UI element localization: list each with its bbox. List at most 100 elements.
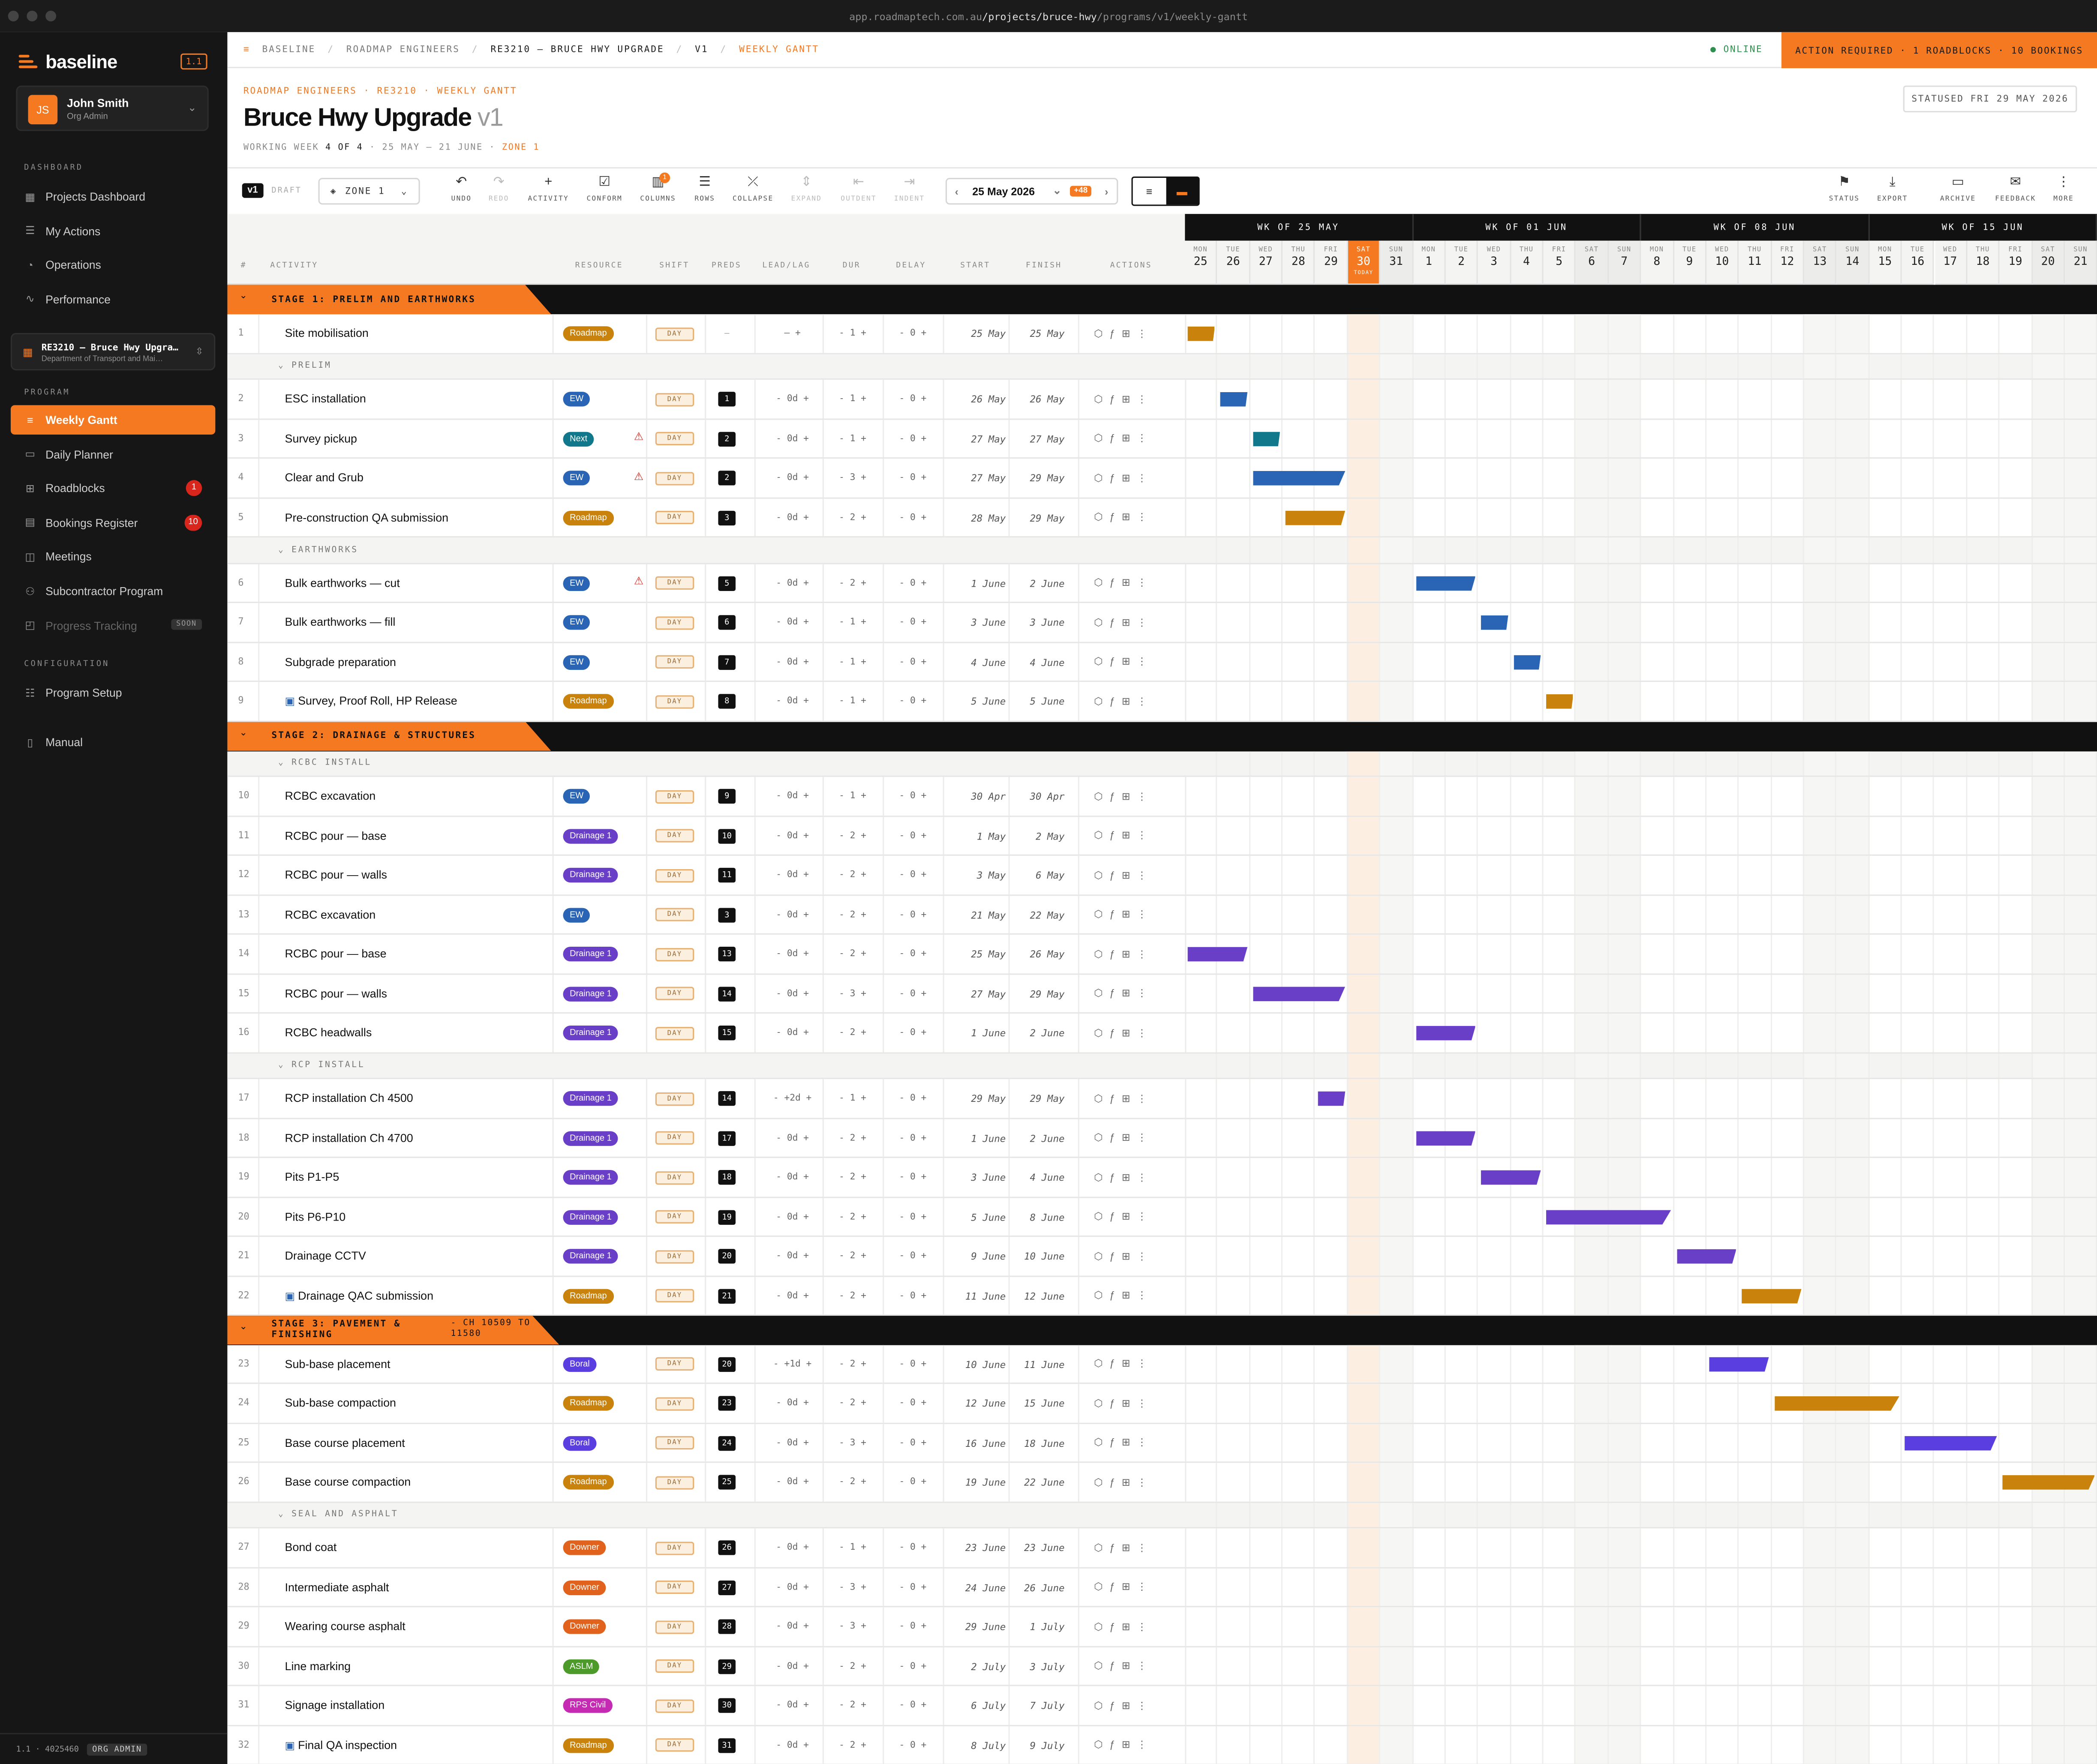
predecessor-badge[interactable]: 28 [718,1620,736,1635]
gantt-bar[interactable] [1285,510,1346,525]
activity-name[interactable]: Base course compaction [285,1475,411,1488]
predecessor-badge[interactable]: 27 [718,1580,736,1595]
barrier-icon[interactable]: ⊞ [1122,1660,1137,1672]
cube-icon[interactable]: ⬡ [1094,1026,1109,1038]
sidebar-item-daily-planner[interactable]: ▭ Daily Planner [11,439,215,469]
barrier-icon[interactable]: ⊞ [1122,1171,1137,1183]
finish-date[interactable]: 6 May [1008,870,1065,882]
duration-stepper[interactable]: - 2 + [823,512,883,522]
delay-stepper[interactable]: - 0 + [883,988,943,999]
finish-date[interactable]: 26 May [1008,393,1064,405]
barrier-icon[interactable]: ⊞ [1122,869,1137,881]
duration-stepper[interactable]: - 1 + [823,617,883,627]
cube-icon[interactable]: ⬡ [1094,790,1109,802]
delay-stepper[interactable]: - 0 + [883,617,943,627]
cube-icon[interactable]: ⬡ [1094,393,1109,405]
shift-badge[interactable]: DAY [655,1210,694,1224]
predecessor-badge[interactable]: 24 [718,1436,736,1451]
more-icon[interactable]: ⋮ [1137,1131,1154,1143]
col-preds[interactable]: PREDS [712,262,742,270]
resource-badge[interactable]: Roadmap [563,1396,614,1411]
predecessor-badge[interactable]: 2 [718,431,736,447]
delay-stepper[interactable]: - 0 + [883,1251,943,1261]
lead-lag-stepper[interactable]: - 0d + [762,1251,822,1261]
activity-name[interactable]: RCBC pour — base [285,947,387,960]
table-row[interactable]: 31 Signage installation RPS Civil DAY 30 - 0d… [227,1686,2097,1726]
sidebar-item-progress-tracking[interactable]: ◰ Progress Tracking SOON [11,611,215,640]
shift-badge[interactable]: DAY [655,1289,694,1303]
predecessor-badge[interactable]: 3 [718,907,736,923]
activity-name[interactable]: Survey pickup [285,432,357,445]
formula-icon[interactable]: ƒ [1109,472,1122,484]
table-row[interactable]: 18 RCP installation Ch 4700 Drainage 1 DAY 1… [227,1118,2097,1158]
activity-name[interactable]: ESC installation [285,392,366,405]
resource-badge[interactable]: Boral [563,1357,597,1372]
resource-badge[interactable]: Next [563,431,594,447]
resource-badge[interactable]: Drainage 1 [563,828,619,843]
barrier-icon[interactable]: ⊞ [1122,616,1137,628]
conform-button[interactable]: ☑ CONFORM [582,175,627,204]
expand-button[interactable]: ⇕ EXPAND [784,175,829,204]
lead-lag-stepper[interactable]: - 0d + [762,1621,822,1632]
delay-stepper[interactable]: - 0 + [883,1700,943,1710]
duration-stepper[interactable]: - 2 + [823,1132,883,1143]
activity-button[interactable]: + ACTIVITY [526,175,571,204]
resource-badge[interactable]: EW [563,392,590,407]
more-icon[interactable]: ⋮ [1137,616,1154,628]
duration-stepper[interactable]: - 2 + [823,1358,883,1369]
formula-icon[interactable]: ƒ [1109,1660,1122,1672]
finish-date[interactable]: 4 June [1008,1172,1064,1184]
cube-icon[interactable]: ⬡ [1094,1289,1109,1301]
shift-badge[interactable]: DAY [655,987,694,1001]
more-icon[interactable]: ⋮ [1137,1092,1154,1104]
start-date[interactable]: 1 May [944,830,1006,842]
group-title[interactable]: ⌄ PRELIM [278,361,332,371]
shift-badge[interactable]: DAY [655,1131,694,1145]
more-icon[interactable]: ⋮ [1137,908,1154,920]
more-icon[interactable]: ⋮ [1137,1026,1154,1038]
finish-date[interactable]: 1 July [1008,1621,1064,1633]
more-icon[interactable]: ⋮ [1137,790,1154,802]
duration-stepper[interactable]: - 1 + [823,1542,883,1553]
finish-date[interactable]: 2 June [1008,1027,1064,1039]
shift-badge[interactable]: DAY [655,1092,694,1106]
cube-icon[interactable]: ⬡ [1094,1581,1109,1593]
predecessor-badge[interactable]: 11 [718,868,736,883]
finish-date[interactable]: 4 June [1008,656,1064,668]
delay-stepper[interactable]: - 0 + [883,1437,943,1448]
duration-stepper[interactable]: - 2 + [823,1290,883,1301]
formula-icon[interactable]: ƒ [1109,948,1122,960]
formula-icon[interactable]: ƒ [1109,1026,1122,1038]
resource-badge[interactable]: Drainage 1 [563,1131,619,1146]
more-icon[interactable]: ⋮ [1137,695,1154,707]
resource-badge[interactable]: Roadmap [563,694,614,709]
duration-stepper[interactable]: - 2 + [823,948,883,959]
duration-stepper[interactable]: - 1 + [823,791,883,801]
cube-icon[interactable]: ⬡ [1094,1210,1109,1222]
more-icon[interactable]: ⋮ [1137,1581,1154,1593]
more-icon[interactable]: ⋮ [1137,432,1154,444]
delay-stepper[interactable]: - 0 + [883,870,943,880]
shift-badge[interactable]: DAY [655,1250,694,1263]
activity-name[interactable]: Bulk earthworks — fill [285,615,396,629]
activity-name[interactable]: Bulk earthworks — cut [285,576,400,589]
lead-lag-stepper[interactable]: - 0d + [762,948,822,959]
finish-date[interactable]: 29 May [1008,512,1064,524]
brand-logo[interactable]: baseline [18,51,117,72]
more-icon[interactable]: ⋮ [1137,656,1154,668]
lead-lag-stepper[interactable]: - +2d + [762,1093,822,1104]
chevron-down-icon[interactable]: ⌄ [239,1321,247,1332]
start-date[interactable]: 27 May [944,472,1006,484]
duration-stepper[interactable]: - 3 + [823,988,883,999]
delay-stepper[interactable]: - 0 + [883,1542,943,1553]
delay-stepper[interactable]: - 0 + [883,1132,943,1143]
start-date[interactable]: 28 May [944,512,1006,524]
lead-lag-stepper[interactable]: - 0d + [762,1700,822,1710]
lead-lag-stepper[interactable]: - 0d + [762,472,822,483]
address-bar[interactable]: app.roadmaptech.com.au/projects/bruce-hw… [0,10,2097,22]
start-date[interactable]: 10 June [944,1358,1006,1370]
barrier-icon[interactable]: ⊞ [1122,1397,1137,1409]
finish-date[interactable]: 10 June [1008,1251,1065,1263]
redo-button[interactable]: ↷ REDO [476,175,522,204]
gantt-view-icon[interactable]: ≡ [1133,178,1166,204]
